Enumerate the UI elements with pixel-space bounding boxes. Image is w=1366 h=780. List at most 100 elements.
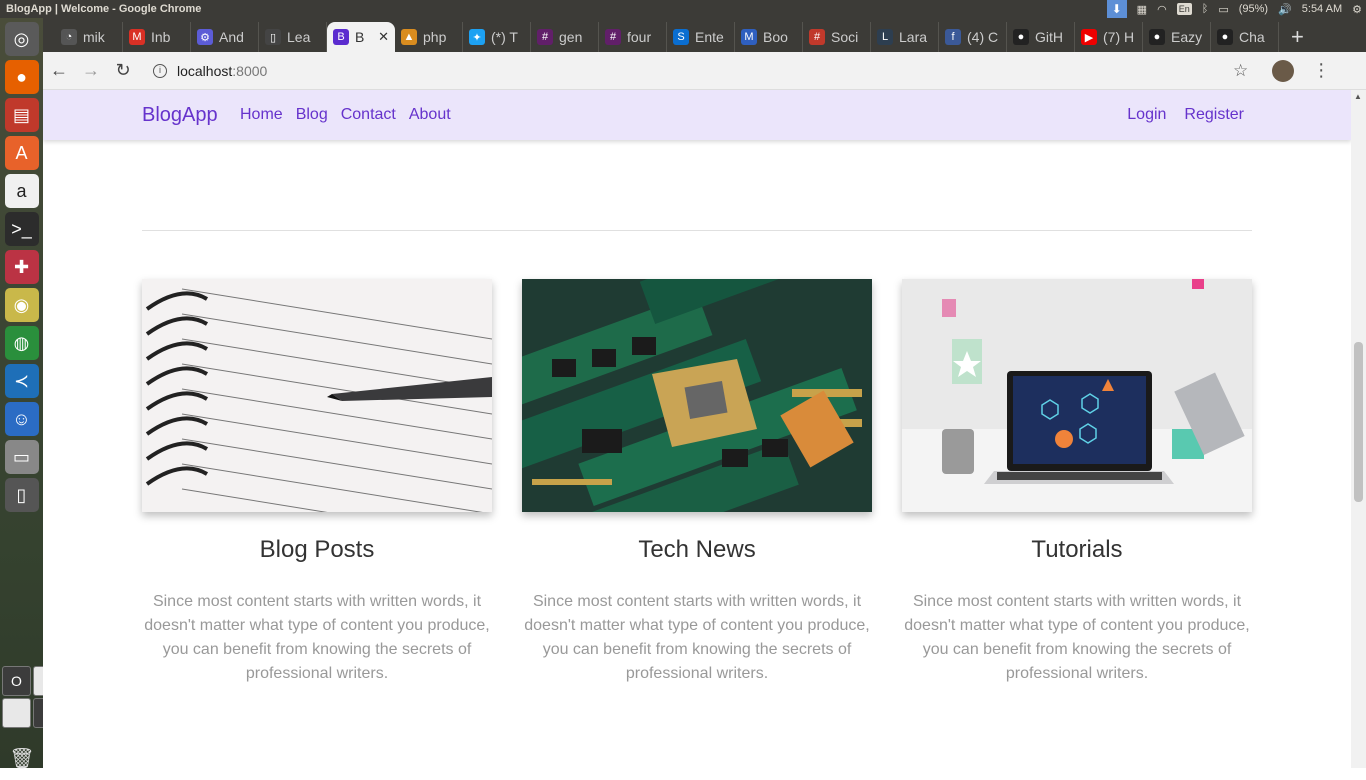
card-text: Since most content starts with written w…	[524, 593, 870, 682]
browser-tab[interactable]: # Soci	[803, 22, 871, 52]
sharp-icon: #	[809, 29, 825, 45]
browser-tab[interactable]: ⚙ And	[191, 22, 259, 52]
ubuntu-dash-icon[interactable]: ◎	[4, 22, 39, 56]
tab-label: mik	[83, 29, 105, 45]
battery-percent[interactable]: (95%)	[1239, 3, 1268, 15]
site-brand[interactable]: BlogApp	[142, 104, 218, 127]
url-port: :8000	[232, 62, 268, 79]
back-icon[interactable]: ←	[43, 60, 75, 81]
browser-tab[interactable]: B B ✕	[327, 22, 395, 52]
browser-tab[interactable]: S Ente	[667, 22, 735, 52]
volume-icon[interactable]: 🔊	[1278, 3, 1292, 16]
browser-tab[interactable]: L Lara	[871, 22, 939, 52]
youtube-icon: ▶	[1081, 29, 1097, 45]
card-blog-posts: Blog Posts Since most content starts wit…	[142, 279, 492, 686]
chrome-icon[interactable]: ◍	[4, 326, 39, 360]
apps-indicator-icon[interactable]: ▦	[1137, 3, 1147, 16]
browser-tab[interactable]: ▯ Lea	[259, 22, 327, 52]
card-text: Since most content starts with written w…	[144, 593, 490, 682]
page-scrollbar[interactable]: ▲	[1351, 90, 1366, 768]
url-text[interactable]: localhost:8000	[177, 63, 267, 79]
browser-tab[interactable]: ● GitH	[1007, 22, 1075, 52]
tab-label: GitH	[1035, 29, 1063, 45]
page-icon: ▯	[265, 29, 281, 45]
files-icon[interactable]: ▤	[4, 98, 39, 132]
tab-label: Soci	[831, 29, 859, 45]
software-center-icon[interactable]: A	[4, 136, 39, 170]
nav-contact[interactable]: Contact	[341, 106, 396, 124]
browser-tab[interactable]: f (4) C	[939, 22, 1007, 52]
indicator-area: ⬇ ▦ ◠ En ᛒ ▭ (95%) 🔊 5:54 AM ⚙	[1106, 0, 1362, 18]
browser-tab[interactable]: ● Eazy	[1143, 22, 1211, 52]
battery-icon[interactable]: ▭	[1218, 3, 1228, 16]
system-top-panel: BlogApp | Welcome - Google Chrome ⬇ ▦ ◠ …	[0, 0, 1366, 18]
workspace-1[interactable]: O	[2, 666, 31, 696]
browser-tab[interactable]: ✦ (*) T	[463, 22, 531, 52]
info-icon[interactable]: i	[153, 63, 167, 78]
workspace-3[interactable]	[2, 698, 31, 728]
nav-blog[interactable]: Blog	[296, 106, 328, 124]
trash-icon[interactable]: 🗑	[6, 746, 38, 780]
page-viewport: BlogApp Home Blog Contact About Login Re…	[43, 90, 1351, 768]
mdb-icon: M	[741, 29, 757, 45]
tab-label: (*) T	[491, 29, 518, 45]
tab-label: And	[219, 29, 244, 45]
twitter-icon: ✦	[469, 29, 485, 45]
address-bar[interactable]: i localhost:8000	[153, 63, 1213, 79]
bluetooth-icon[interactable]: ᛒ	[1202, 3, 1209, 15]
card-title: Tutorials	[1031, 536, 1123, 563]
clock[interactable]: 5:54 AM	[1302, 3, 1342, 15]
nav-login[interactable]: Login	[1127, 106, 1166, 124]
url-host: localhost	[177, 62, 233, 79]
browser-tab[interactable]: ▲ php	[395, 22, 463, 52]
profile-avatar[interactable]	[1272, 59, 1295, 82]
keyboard-language[interactable]: En	[1176, 3, 1192, 15]
browser-tab[interactable]: M Boo	[735, 22, 803, 52]
menu-kebab-icon[interactable]: ⋮	[1312, 60, 1330, 81]
scroll-up-arrow-icon[interactable]: ▲	[1354, 92, 1362, 101]
firefox-icon[interactable]: ●	[4, 60, 39, 94]
tab-label: Inb	[151, 29, 171, 45]
slack-icon: #	[537, 29, 553, 45]
nav-home[interactable]: Home	[240, 106, 283, 124]
amazon-icon[interactable]: a	[4, 174, 39, 208]
sap-icon: S	[673, 29, 689, 45]
php-icon: ▲	[401, 29, 417, 45]
circuit-boards-image	[522, 279, 872, 512]
reload-icon[interactable]: ↻	[107, 60, 139, 81]
browser-tab[interactable]: ▶ (7) H	[1075, 22, 1143, 52]
nav-register[interactable]: Register	[1184, 106, 1244, 124]
card-title: Blog Posts	[259, 536, 375, 563]
download-indicator-icon[interactable]: ⬇	[1106, 0, 1127, 18]
tab-label: gen	[559, 29, 583, 45]
scroll-thumb[interactable]	[1354, 342, 1363, 502]
nav-about[interactable]: About	[409, 106, 451, 124]
browser-tab[interactable]: # gen	[531, 22, 599, 52]
vscode-icon[interactable]: ≺	[4, 364, 39, 398]
phone-icon[interactable]: ▯	[4, 478, 39, 512]
tab-label: php	[423, 29, 447, 45]
settings-icon[interactable]: ✚	[4, 250, 39, 284]
laptop-desk-image	[902, 279, 1252, 512]
browser-tab[interactable]: # four	[599, 22, 667, 52]
new-tab-icon[interactable]: +	[1279, 22, 1316, 52]
system-gear-icon[interactable]: ⚙	[1352, 3, 1362, 16]
forward-icon[interactable]: →	[75, 60, 107, 81]
notebook-pencil-image	[142, 279, 492, 512]
card-tech-news: Tech News Since most content starts with…	[522, 279, 872, 686]
browser-tab[interactable]: ● Cha	[1211, 22, 1279, 52]
laracasts-icon: L	[877, 29, 893, 45]
toolbar: ← → ↻ i localhost:8000 ☆ ⋮	[43, 52, 1366, 90]
tab-close-icon[interactable]: ✕	[378, 29, 389, 45]
wifi-icon[interactable]: ◠	[1157, 3, 1167, 16]
drive-icon[interactable]: ▭	[4, 440, 39, 474]
card-title: Tech News	[638, 536, 756, 563]
accessibility-icon[interactable]: ☺	[4, 402, 39, 436]
card-text: Since most content starts with written w…	[904, 593, 1250, 682]
tab-label: four	[627, 29, 652, 45]
terminal-icon[interactable]: >_	[4, 212, 39, 246]
browser-tab[interactable]: ◔ mik	[55, 22, 123, 52]
bookmark-star-icon[interactable]: ☆	[1233, 61, 1248, 81]
browser-tab[interactable]: M Inb	[123, 22, 191, 52]
disk-icon[interactable]: ◉	[4, 288, 39, 322]
